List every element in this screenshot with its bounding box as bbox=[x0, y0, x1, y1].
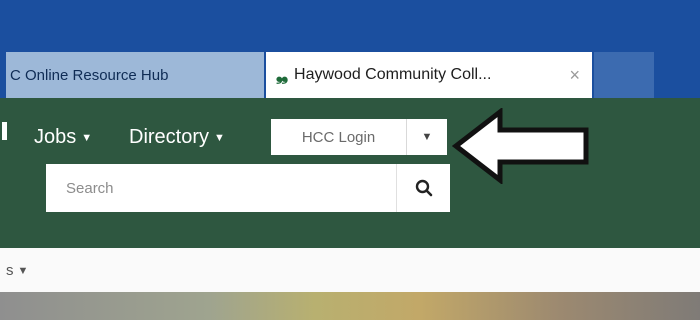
tab-haywood-community-college[interactable]: ❠ Haywood Community Coll... × bbox=[266, 52, 592, 98]
caret-down-icon: ▼ bbox=[214, 131, 225, 144]
close-icon[interactable]: × bbox=[569, 65, 580, 86]
nav-directory-label: Directory bbox=[129, 126, 210, 148]
caret-down-icon: ▼ bbox=[17, 264, 29, 277]
hero-banner-image bbox=[0, 292, 700, 320]
left-arrow-annotation-icon bbox=[452, 108, 589, 184]
login-label: HCC Login bbox=[301, 128, 376, 146]
search-button[interactable] bbox=[396, 164, 450, 212]
tab-online-resource-hub[interactable]: C Online Resource Hub bbox=[6, 52, 264, 98]
subnav-menu[interactable]: s ▼ bbox=[6, 262, 28, 279]
search-icon bbox=[415, 179, 432, 197]
search-input[interactable] bbox=[46, 164, 396, 212]
hcc-login-button[interactable]: HCC Login bbox=[271, 119, 407, 155]
nav-directory[interactable]: Directory ▼ bbox=[129, 126, 225, 149]
tab-strip-filler bbox=[594, 52, 654, 98]
caret-down-icon: ▼ bbox=[421, 131, 433, 143]
haywood-logo-icon: ❠ bbox=[276, 64, 289, 85]
login-dropdown-toggle[interactable]: ▼ bbox=[407, 119, 447, 155]
caret-down-icon: ▼ bbox=[81, 131, 93, 144]
nav-jobs[interactable]: Jobs ▼ bbox=[34, 126, 92, 149]
site-navbar: Jobs ▼ Directory ▼ HCC Login ▼ bbox=[0, 98, 700, 248]
subnav-label: s bbox=[6, 262, 14, 279]
login-group: HCC Login ▼ bbox=[271, 119, 447, 155]
tab-label: C Online Resource Hub bbox=[10, 66, 169, 84]
nav-edge-marker bbox=[2, 122, 7, 140]
search-group bbox=[46, 164, 450, 212]
tab-label: Haywood Community Coll... bbox=[294, 66, 492, 83]
nav-jobs-label: Jobs bbox=[34, 126, 77, 148]
